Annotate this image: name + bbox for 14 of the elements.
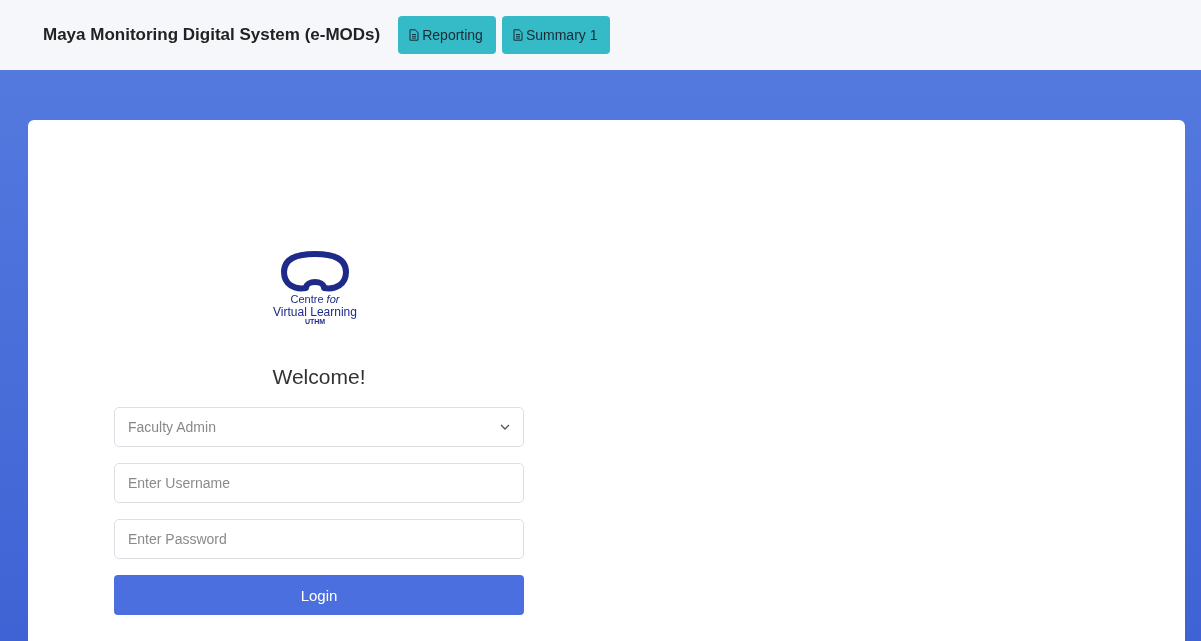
document-icon: [512, 29, 523, 41]
password-field[interactable]: Enter Password: [114, 519, 524, 560]
login-button[interactable]: Login: [114, 575, 524, 616]
username-field[interactable]: Enter Username: [114, 463, 524, 504]
chevron-down-icon: [500, 424, 510, 431]
nav-button[interactable]: Summary 1: [501, 16, 611, 54]
welcome-heading: Welcome!: [271, 365, 367, 390]
logo-icon: [280, 250, 350, 294]
role-select[interactable]: Faculty Admin: [114, 407, 524, 448]
nav-button[interactable]: Reporting: [398, 16, 496, 54]
document-icon: [409, 29, 420, 41]
logo-text: Centre for: [290, 294, 340, 306]
logo-text: Virtual Learning: [273, 305, 357, 319]
app-title: Maya Monitoring Digital System (e-MODs): [43, 25, 381, 45]
